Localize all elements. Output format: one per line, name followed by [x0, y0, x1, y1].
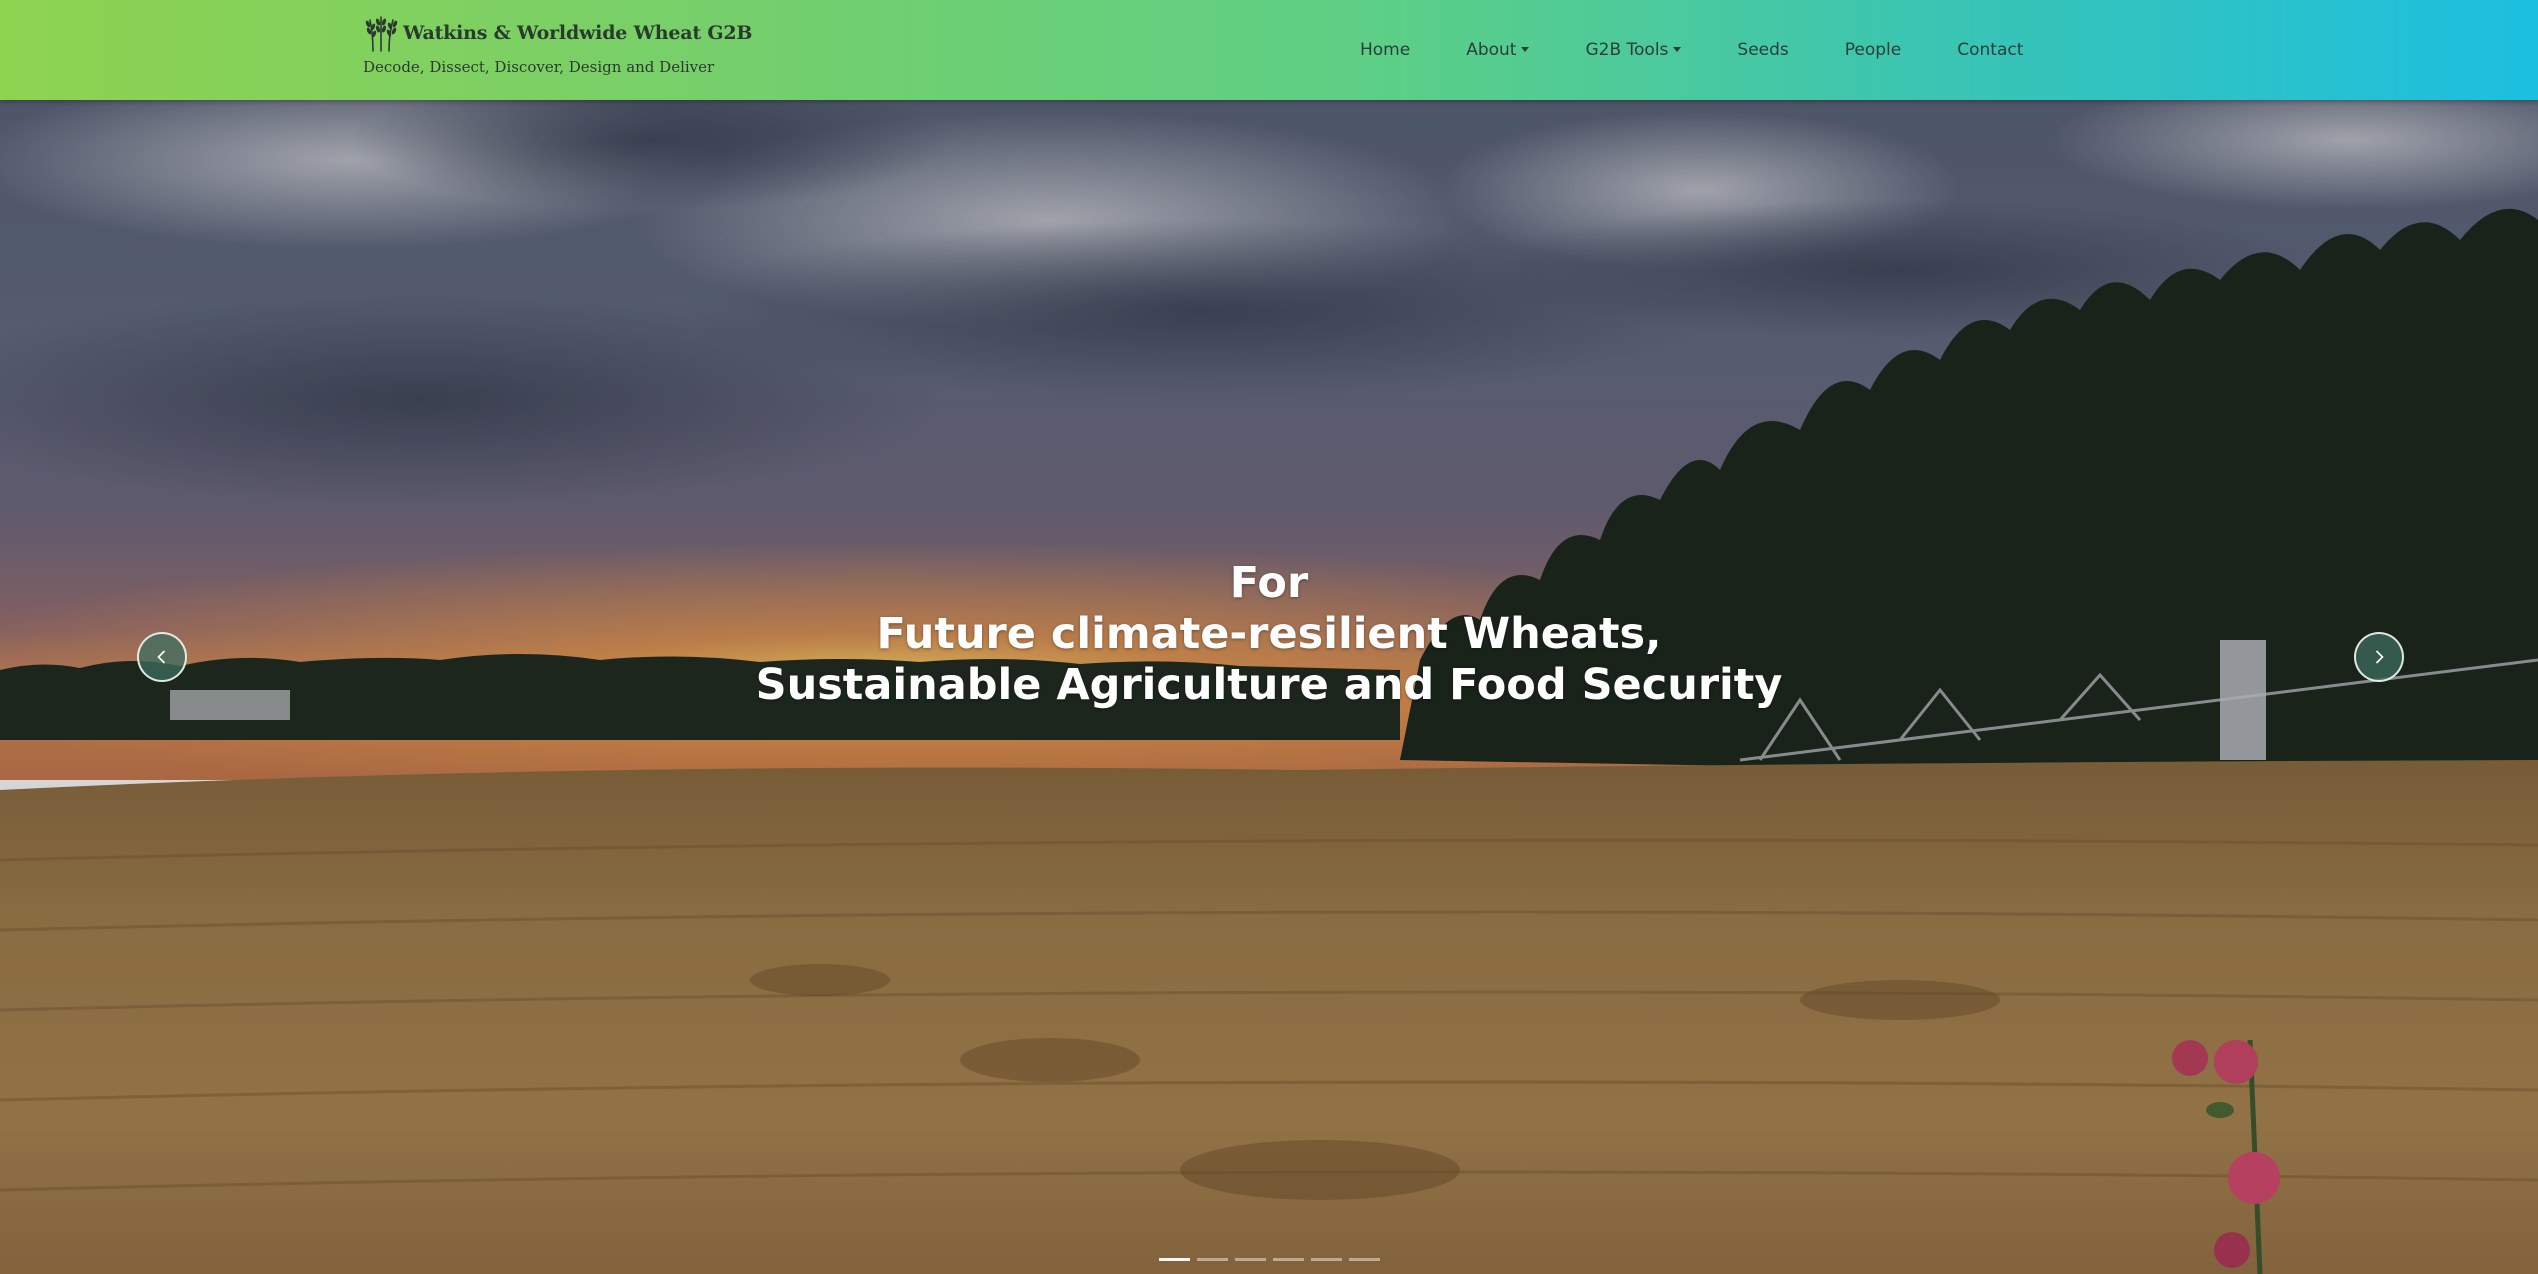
carousel-indicator-5[interactable]	[1311, 1258, 1342, 1261]
carousel-indicator-4[interactable]	[1273, 1258, 1304, 1261]
carousel-prev-button[interactable]	[137, 632, 187, 682]
brand-tagline: Decode, Dissect, Discover, Design and De…	[363, 58, 715, 76]
nav-contact-label: Contact	[1957, 40, 2024, 60]
hero-carousel: For Future climate-resilient Wheats, Sus…	[0, 100, 2538, 1274]
caption-line-1: For	[1229, 558, 1309, 608]
nav-home[interactable]: Home	[1332, 30, 1438, 70]
chevron-right-icon	[2375, 650, 2384, 664]
carousel-indicator-2[interactable]	[1197, 1258, 1228, 1261]
brand-title: Watkins & Worldwide Wheat G2B	[403, 22, 753, 44]
nav-about[interactable]: About	[1438, 30, 1557, 70]
carousel-next-button[interactable]	[2354, 632, 2404, 682]
nav-home-label: Home	[1360, 40, 1411, 60]
nav-g2b-tools[interactable]: G2B Tools	[1557, 30, 1709, 70]
carousel-indicators	[1159, 1258, 1380, 1261]
carousel-indicator-1[interactable]	[1159, 1258, 1190, 1261]
nav-contact[interactable]: Contact	[1929, 30, 2051, 70]
nav-seeds[interactable]: Seeds	[1709, 30, 1816, 70]
chevron-left-icon	[157, 650, 166, 664]
caret-down-icon	[1673, 46, 1682, 52]
carousel-indicator-6[interactable]	[1349, 1258, 1380, 1261]
carousel-indicator-3[interactable]	[1235, 1258, 1266, 1261]
caption-line-2: Future climate-resilient Wheats,	[876, 609, 1662, 659]
site-header: Watkins & Worldwide Wheat G2B Decode, Di…	[0, 0, 2538, 100]
main-nav: Home About G2B Tools Seeds People Contac…	[1332, 0, 2051, 100]
nav-about-label: About	[1466, 40, 1517, 60]
nav-seeds-label: Seeds	[1737, 40, 1789, 60]
nav-g2b-tools-label: G2B Tools	[1585, 40, 1669, 60]
nav-people-label: People	[1844, 40, 1902, 60]
caret-down-icon	[1521, 46, 1530, 52]
wheat-icon	[365, 16, 398, 52]
caption-line-3: Sustainable Agriculture and Food Securit…	[755, 660, 1783, 710]
brand[interactable]: Watkins & Worldwide Wheat G2B Decode, Di…	[363, 14, 752, 76]
nav-people[interactable]: People	[1817, 30, 1929, 70]
hero-caption: For Future climate-resilient Wheats, Sus…	[0, 558, 2538, 711]
